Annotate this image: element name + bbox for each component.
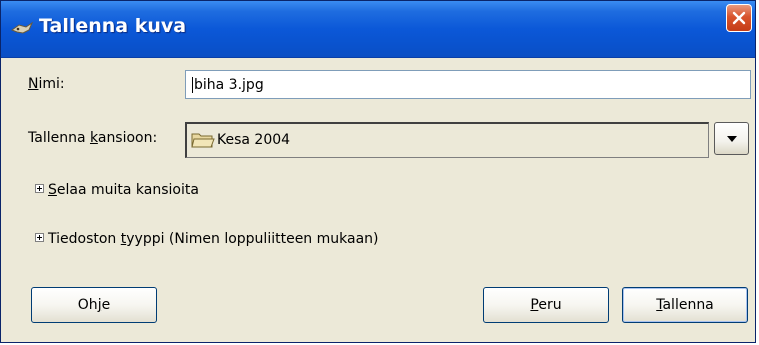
- close-button[interactable]: [726, 4, 752, 32]
- help-button[interactable]: Ohje: [31, 287, 157, 323]
- file-type-label: Tiedoston tyyppi (Nimen loppuliitteen mu…: [48, 231, 379, 247]
- save-image-dialog: Tallenna kuva Nimi: Tallenna kansioon: K…: [0, 0, 756, 343]
- save-folder-combo[interactable]: Kesa 2004: [185, 122, 709, 158]
- name-input[interactable]: [185, 70, 751, 99]
- text-caret: [192, 77, 193, 93]
- cancel-button[interactable]: Peru: [483, 287, 609, 323]
- title-bar[interactable]: Tallenna kuva: [1, 1, 755, 58]
- folder-icon: [191, 133, 215, 148]
- gimp-icon: [11, 21, 33, 34]
- folder-value: Kesa 2004: [217, 132, 291, 148]
- folder-dropdown-button[interactable]: [714, 122, 749, 155]
- save-button[interactable]: Tallenna: [622, 287, 748, 323]
- close-icon: [732, 11, 746, 25]
- window-title: Tallenna kuva: [39, 15, 187, 37]
- expand-plus-icon: [35, 233, 44, 242]
- chevron-down-icon: [727, 136, 737, 142]
- folder-label: Tallenna kansioon:: [28, 130, 158, 146]
- name-label: Nimi:: [28, 76, 65, 92]
- expand-plus-icon: [35, 184, 44, 193]
- browse-folders-label: Selaa muita kansioita: [48, 182, 199, 198]
